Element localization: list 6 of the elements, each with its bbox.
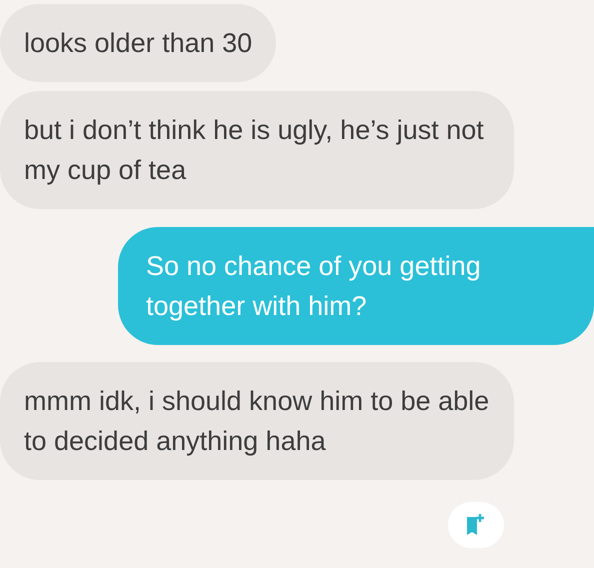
message-bubble: mmm idk, i should know him to be able to decided anything haha: [0, 362, 514, 480]
bookmark-add-icon: [465, 513, 487, 537]
message-bubble: So no chance of you getting together with him?: [118, 227, 594, 345]
message-bubble: but i don’t think he is ugly, he’s just not my cup of tea: [0, 91, 514, 209]
bookmark-button[interactable]: [448, 502, 504, 548]
message-bubble: looks older than 30: [0, 4, 276, 82]
